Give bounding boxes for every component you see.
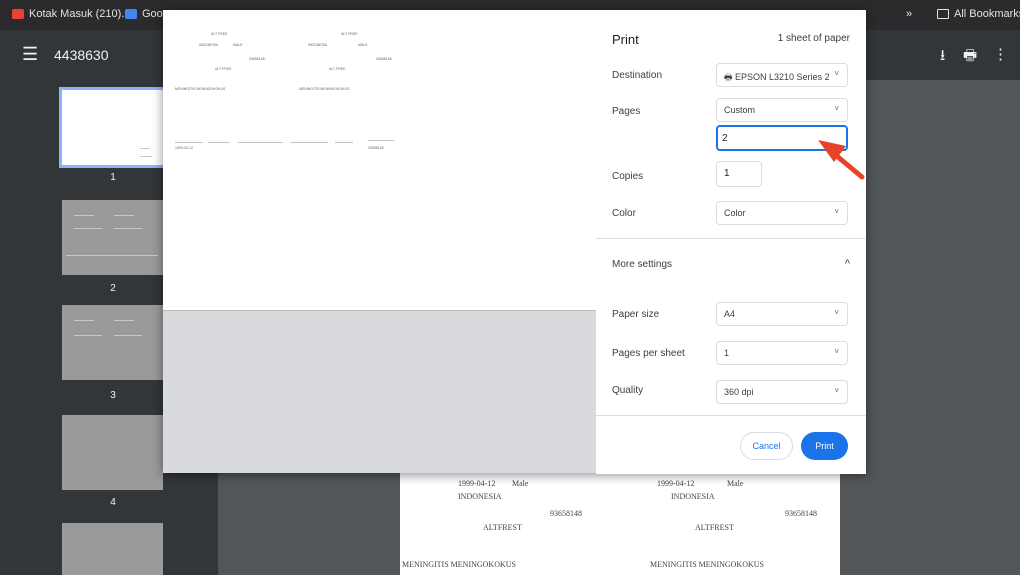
sheet-count: 1 sheet of paper bbox=[777, 33, 850, 44]
page-thumbnail-1[interactable] bbox=[59, 87, 166, 168]
page-number-3: 3 bbox=[110, 390, 116, 401]
document-page: 1999-04-12 Male INDONESIA 93658148 ALTFR… bbox=[400, 462, 840, 575]
print-button[interactable]: Print bbox=[801, 432, 848, 460]
print-preview-page: ALT FREE ALT FREE INDONESIA MALE INDONES… bbox=[163, 10, 596, 311]
copies-label: Copies bbox=[612, 171, 644, 182]
pages-label: Pages bbox=[612, 106, 641, 117]
chevron-up-icon: ^ bbox=[844, 258, 850, 270]
chevron-down-icon: ˅ bbox=[834, 386, 839, 395]
chevron-right-icon: » bbox=[906, 8, 913, 20]
folder-icon bbox=[937, 9, 949, 19]
page-thumbnail-4[interactable] bbox=[62, 415, 163, 490]
bookmarks-overflow-button[interactable]: » bbox=[906, 8, 912, 20]
pages-select[interactable]: Custom ˅ bbox=[716, 98, 848, 122]
more-options-icon[interactable]: ⋮ bbox=[993, 45, 1008, 63]
chevron-down-icon: ˅ bbox=[834, 347, 839, 356]
print-dialog: ALT FREE ALT FREE INDONESIA MALE INDONES… bbox=[163, 10, 866, 474]
paper-size-label: Paper size bbox=[612, 309, 660, 320]
more-settings-toggle[interactable]: More settings ^ bbox=[596, 246, 866, 286]
print-icon[interactable]: 🖶 bbox=[963, 45, 977, 70]
color-select[interactable]: Color ˅ bbox=[716, 201, 848, 225]
page-thumbnail-2[interactable] bbox=[62, 200, 163, 275]
all-bookmarks-button[interactable]: All Bookmarks bbox=[937, 8, 1020, 20]
chevron-down-icon: ˅ bbox=[834, 207, 839, 216]
page-number-4: 4 bbox=[110, 497, 116, 508]
google-icon bbox=[125, 9, 137, 19]
printer-icon: 🖶 bbox=[724, 72, 733, 82]
paper-size-select[interactable]: A4 ˅ bbox=[716, 302, 848, 326]
pages-per-sheet-select[interactable]: 1 ˅ bbox=[716, 341, 848, 365]
page-thumbnail-5[interactable] bbox=[62, 523, 163, 575]
print-title: Print bbox=[612, 32, 639, 47]
destination-select[interactable]: 🖶 EPSON L3210 Series 2 ˅ bbox=[716, 63, 848, 87]
print-dialog-footer: Cancel Print bbox=[596, 415, 866, 474]
color-label: Color bbox=[612, 208, 636, 219]
chevron-down-icon: ˅ bbox=[834, 308, 839, 317]
document-title: 4438630 bbox=[54, 47, 109, 63]
chevron-down-icon: ˅ bbox=[834, 104, 839, 113]
print-preview-pane: ALT FREE ALT FREE INDONESIA MALE INDONES… bbox=[163, 10, 597, 473]
copies-input[interactable]: 1 bbox=[716, 161, 762, 187]
gmail-icon bbox=[12, 9, 24, 19]
pages-per-sheet-label: Pages per sheet bbox=[612, 348, 685, 359]
quality-label: Quality bbox=[612, 385, 644, 396]
chevron-down-icon: ˅ bbox=[834, 69, 839, 78]
page-number-2: 2 bbox=[110, 283, 116, 294]
menu-icon[interactable]: ☰ bbox=[22, 44, 38, 65]
page-thumbnail-3[interactable] bbox=[62, 305, 163, 380]
quality-select[interactable]: 360 dpi ˅ bbox=[716, 380, 848, 404]
bookmark-gmail[interactable]: Kotak Masuk (210)... bbox=[12, 8, 131, 20]
cancel-button[interactable]: Cancel bbox=[740, 432, 793, 460]
destination-label: Destination bbox=[612, 70, 663, 81]
page-number-1: 1 bbox=[110, 172, 116, 183]
custom-pages-input[interactable]: 2 bbox=[716, 125, 848, 151]
print-settings-panel: Print 1 sheet of paper Destination 🖶 EPS… bbox=[596, 10, 866, 474]
download-icon[interactable]: ⭳ bbox=[940, 45, 945, 70]
divider bbox=[596, 238, 866, 239]
